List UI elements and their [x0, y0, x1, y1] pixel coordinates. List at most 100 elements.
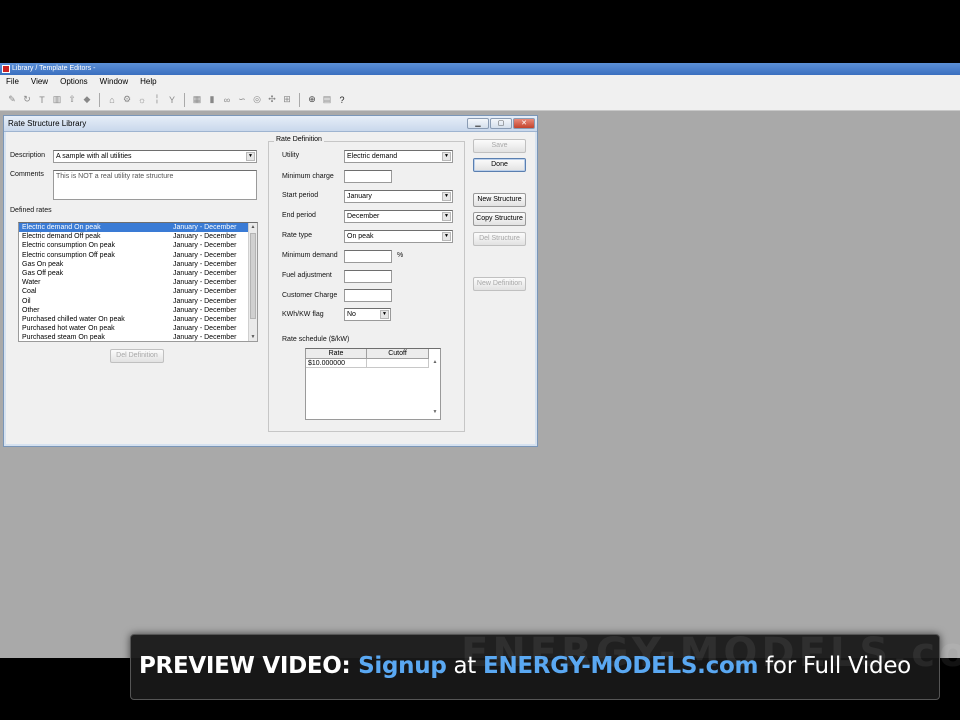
chevron-down-icon[interactable]: ▼: [442, 152, 451, 161]
grid-cell-cutoff[interactable]: [367, 359, 429, 368]
list-item[interactable]: Purchased steam On peak January - Decembe…: [19, 333, 257, 341]
defined-rates-list[interactable]: Electric demand On peak January - Decembe…: [18, 222, 258, 342]
menu-view[interactable]: View: [25, 75, 54, 89]
percent-unit: %: [397, 252, 404, 259]
rate-period: January - December: [173, 279, 237, 287]
grid-header-cutoff[interactable]: Cutoff: [367, 349, 429, 359]
menu-window[interactable]: Window: [94, 75, 134, 89]
utility-combo[interactable]: Electric demand ▼: [344, 150, 453, 163]
customer-charge-field[interactable]: [344, 289, 392, 302]
list-item[interactable]: Water January - December: [19, 278, 257, 287]
panel-icon[interactable]: ▮: [206, 93, 218, 107]
list-item[interactable]: Electric consumption Off peak January - D…: [19, 251, 257, 260]
start-period-label: Start period: [282, 192, 319, 199]
grid-icon[interactable]: ▦: [191, 93, 203, 107]
save-button[interactable]: Save: [473, 139, 526, 153]
banner-preview-label: PREVIEW VIDEO: [139, 653, 342, 679]
scroll-down-icon[interactable]: ▼: [431, 409, 439, 415]
list-item[interactable]: Coal January - December: [19, 287, 257, 296]
menu-options[interactable]: Options: [54, 75, 94, 89]
pencil-icon[interactable]: ✎: [6, 93, 18, 107]
rate-schedule-label: Rate schedule ($/kW): [282, 336, 350, 343]
comments-field[interactable]: This is NOT a real utility rate structur…: [53, 170, 257, 200]
list-scrollbar[interactable]: ▲ ▼: [248, 223, 257, 341]
end-period-value: December: [347, 213, 380, 220]
valve-icon[interactable]: Y: [166, 93, 178, 107]
done-button[interactable]: Done: [473, 158, 526, 172]
scroll-thumb[interactable]: [250, 233, 256, 319]
rotate-icon[interactable]: ↻: [21, 93, 33, 107]
app-titlebar[interactable]: Library / Template Editors -: [0, 63, 960, 75]
description-combo[interactable]: A sample with all utilities ▼: [53, 150, 257, 163]
list-item[interactable]: Purchased chilled water On peak January -…: [19, 315, 257, 324]
banner-tail: for Full Video: [758, 653, 911, 679]
sun-icon[interactable]: ☼: [136, 93, 148, 107]
new-structure-button[interactable]: New Structure: [473, 193, 526, 207]
start-period-combo[interactable]: January ▼: [344, 190, 453, 203]
minimum-charge-field[interactable]: [344, 170, 392, 183]
loop-icon[interactable]: ∽: [236, 93, 248, 107]
globe-icon[interactable]: ⊕: [306, 93, 318, 107]
copy-icon[interactable]: ▤: [321, 93, 333, 107]
chevron-down-icon[interactable]: ▼: [442, 192, 451, 201]
chevron-down-icon[interactable]: ▼: [380, 310, 389, 319]
customer-charge-label: Customer Charge: [282, 292, 338, 299]
close-button[interactable]: ✕: [513, 118, 535, 129]
chart-icon[interactable]: ⊞: [281, 93, 293, 107]
list-item[interactable]: Other January - December: [19, 306, 257, 315]
chevron-down-icon[interactable]: ▼: [442, 212, 451, 221]
maximize-button[interactable]: ▢: [490, 118, 512, 129]
list-item[interactable]: Electric demand On peak January - Decembe…: [19, 223, 257, 233]
list-item[interactable]: Gas On peak January - December: [19, 260, 257, 269]
rate-type-combo[interactable]: On peak ▼: [344, 230, 453, 243]
gear-icon[interactable]: ⚙: [121, 93, 133, 107]
chevron-down-icon[interactable]: ▼: [246, 152, 255, 161]
del-definition-button[interactable]: Del Definition: [110, 349, 164, 363]
end-period-combo[interactable]: December ▼: [344, 210, 453, 223]
list-item[interactable]: Gas Off peak January - December: [19, 269, 257, 278]
scroll-up-icon[interactable]: ▲: [431, 359, 439, 365]
rate-name: Electric consumption On peak: [22, 242, 115, 250]
copy-structure-button[interactable]: Copy Structure: [473, 212, 526, 226]
list-item[interactable]: Electric demand Off peak January - Decemb…: [19, 232, 257, 241]
rate-schedule-grid[interactable]: Rate Cutoff $10.000000 ▲ ▼: [305, 348, 441, 420]
new-definition-button[interactable]: New Definition: [473, 277, 526, 291]
house-icon[interactable]: ⌂: [106, 93, 118, 107]
text-icon[interactable]: T: [36, 93, 48, 107]
list-item[interactable]: Purchased hot water On peak January - Dec…: [19, 324, 257, 333]
building-icon[interactable]: ▥: [51, 93, 63, 107]
banner-site-link[interactable]: ENERGY-MODELS.com: [483, 653, 758, 679]
minimize-button[interactable]: ▁: [467, 118, 489, 129]
dialog-titlebar[interactable]: Rate Structure Library: [4, 116, 537, 132]
scroll-down-icon[interactable]: ▼: [249, 333, 257, 341]
del-structure-button[interactable]: Del Structure: [473, 232, 526, 246]
dial-icon[interactable]: ◎: [251, 93, 263, 107]
banner-colon: :: [341, 653, 359, 679]
fuel-adjustment-field[interactable]: [344, 270, 392, 283]
rate-name: Electric demand Off peak: [22, 233, 101, 241]
list-item[interactable]: Oil January - December: [19, 297, 257, 306]
diamond-icon[interactable]: ◆: [81, 93, 93, 107]
rate-period: January - December: [173, 325, 237, 333]
minimum-demand-field[interactable]: [344, 250, 392, 263]
rate-structure-library-dialog: Rate Structure Library ▁ ▢ ✕ Description…: [3, 115, 538, 447]
arrow-up-icon[interactable]: ⇧: [66, 93, 78, 107]
list-item[interactable]: Electric consumption On peak January - De…: [19, 241, 257, 250]
app-title: Library / Template Editors -: [12, 65, 96, 72]
kwh-kw-flag-combo[interactable]: No ▼: [344, 308, 391, 321]
menu-file[interactable]: File: [0, 75, 25, 89]
grid-cell-rate[interactable]: $10.000000: [306, 359, 367, 368]
start-period-value: January: [347, 193, 372, 200]
link-icon[interactable]: ∞: [221, 93, 233, 107]
scroll-up-icon[interactable]: ▲: [249, 223, 257, 231]
description-label: Description: [10, 152, 46, 159]
grid-header-rate[interactable]: Rate: [306, 349, 367, 359]
grid-scrollbar[interactable]: ▲ ▼: [431, 359, 440, 419]
end-period-label: End period: [282, 212, 316, 219]
menu-help[interactable]: Help: [134, 75, 162, 89]
banner-signup-link[interactable]: Signup: [358, 653, 447, 679]
chevron-down-icon[interactable]: ▼: [442, 232, 451, 241]
pipe-icon[interactable]: ╎: [151, 93, 163, 107]
fan-icon[interactable]: ✣: [266, 93, 278, 107]
help-pointer-icon[interactable]: ?: [336, 93, 348, 107]
